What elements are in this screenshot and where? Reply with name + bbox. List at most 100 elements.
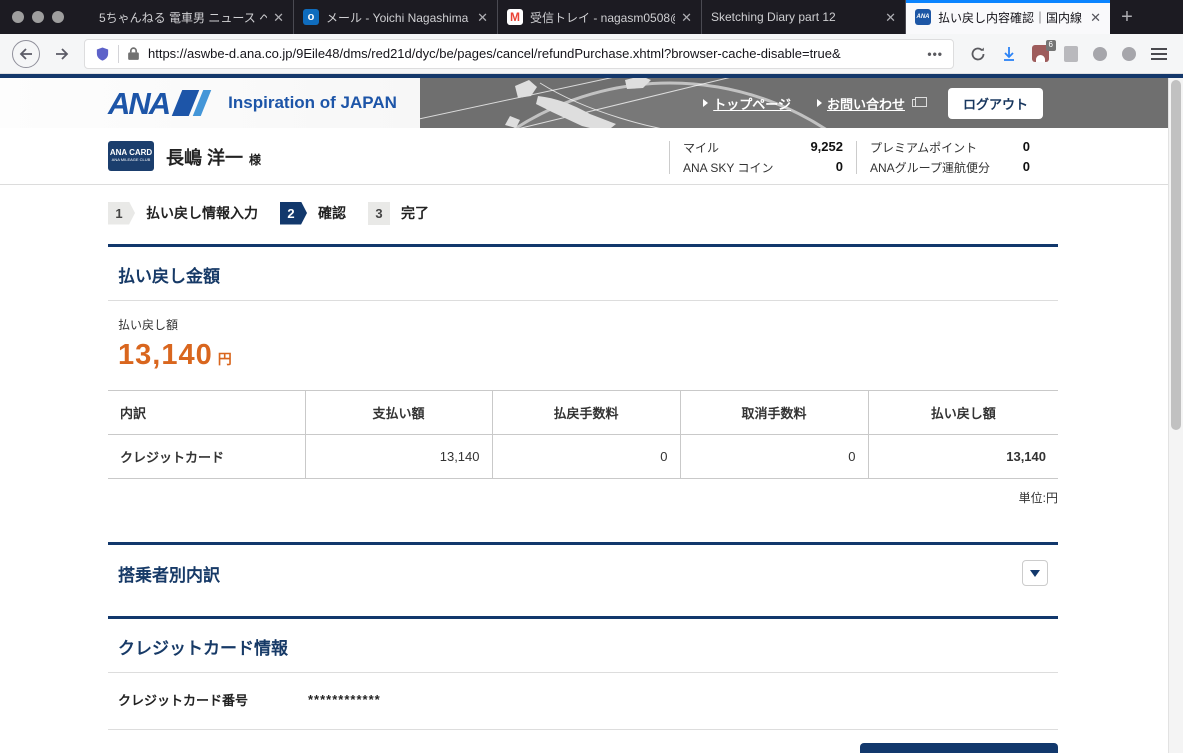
gmail-icon: M	[507, 9, 523, 25]
toolbar-icons: 6	[962, 40, 1171, 62]
tab-bar: 5ちゃんねる 電車男 ニュース ヘッド ✕ o メール - Yoichi Nag…	[0, 0, 1183, 34]
browser-window: 5ちゃんねる 電車男 ニュース ヘッド ✕ o メール - Yoichi Nag…	[0, 0, 1183, 753]
url-text[interactable]: https://aswbe-d.ana.co.jp/9Eile48/dms/re…	[148, 46, 919, 61]
stat-miles: マイル 9,252	[683, 139, 843, 155]
modify-button[interactable]: 修正する	[860, 743, 1058, 753]
tab-gmail-inbox[interactable]: M 受信トレイ - nagasm0508@g ✕	[498, 0, 702, 34]
credit-card-section: クレジットカード情報 クレジットカード番号 ************	[108, 616, 1058, 730]
user-name: 長嶋 洋一様	[166, 148, 262, 168]
tab-title: メール - Yoichi Nagashima -	[326, 10, 472, 25]
stat-group-flights: ANAグループ運航便分 0	[870, 159, 1030, 175]
close-icon[interactable]: ✕	[1090, 11, 1101, 24]
site-header: ANA Inspiration of JAPAN トップページ お問い合わせ ロ…	[0, 78, 1168, 128]
passenger-breakdown-section: 搭乗者別内訳	[108, 542, 1058, 599]
download-icon[interactable]	[1001, 46, 1017, 62]
refund-breakdown-table: 内訳 支払い額 払戻手数料 取消手数料 払い戻し額 クレジットカード 13,14…	[108, 390, 1058, 479]
external-link-icon	[911, 97, 927, 107]
section-title: クレジットカード情報	[118, 639, 288, 658]
close-icon[interactable]: ✕	[273, 11, 284, 24]
table-row: クレジットカード 13,140 0 0 13,140	[108, 434, 1058, 479]
card-number-value: ************	[308, 692, 381, 707]
tab-title: Sketching Diary part 12	[711, 10, 836, 24]
new-tab-button[interactable]: +	[1110, 0, 1144, 34]
section-title: 搭乗者別内訳	[118, 565, 220, 585]
ana-tagline: Inspiration of JAPAN	[228, 93, 397, 112]
col-header: 払戻手数料	[491, 390, 680, 435]
user-bar: ANA CARD ANA MILEAGE CLUB 長嶋 洋一様 マイル 9,25…	[0, 128, 1168, 185]
contact-link[interactable]: お問い合わせ	[816, 94, 927, 113]
zoom-window-button[interactable]	[52, 11, 64, 23]
step-number: 2	[280, 201, 307, 225]
close-icon[interactable]: ✕	[477, 11, 488, 24]
step-2-confirm: 2 確認	[280, 201, 346, 225]
arrow-right-icon	[816, 99, 822, 107]
ana-logo[interactable]: ANA Inspiration of JAPAN	[108, 78, 397, 128]
logout-button[interactable]: ログアウト	[947, 87, 1043, 119]
step-3-complete: 3 完了	[368, 201, 429, 225]
col-header: 払い戻し額	[867, 390, 1058, 435]
step-number: 1	[108, 201, 135, 225]
step-indicator: 1 払い戻し情報入力 2 確認 3 完了	[108, 199, 1058, 227]
cell-paid-amount: 13,140	[304, 434, 492, 479]
tab-title: 払い戻し内容確認｜国内線	[938, 10, 1083, 25]
tracking-protection-shield-icon[interactable]	[95, 46, 110, 62]
outlook-icon: o	[303, 9, 319, 25]
refund-amount-label: 払い戻し額	[118, 318, 179, 332]
section-title: 払い戻し金額	[118, 267, 220, 286]
cell-cancel-fee: 0	[679, 434, 868, 479]
stat-premium-points: プレミアムポイント 0	[870, 139, 1030, 155]
card-number-row: クレジットカード番号 ************	[108, 673, 1058, 730]
top-page-link[interactable]: トップページ	[703, 94, 791, 113]
main-content: 1 払い戻し情報入力 2 確認 3 完了 払い戻し金額 払い戻し額 13,140…	[108, 199, 1058, 753]
close-icon[interactable]: ✕	[681, 11, 692, 24]
tab-strip: 5ちゃんねる 電車男 ニュース ヘッド ✕ o メール - Yoichi Nag…	[90, 0, 1144, 34]
reader-extension-icon[interactable]	[1064, 45, 1078, 62]
col-header: 支払い額	[304, 390, 492, 435]
cell-payment-method: クレジットカード	[108, 434, 305, 479]
navigation-toolbar: https://aswbe-d.ana.co.jp/9Eile48/dms/re…	[0, 34, 1183, 74]
cell-refund-total: 13,140	[867, 434, 1058, 479]
tracker-blocker-extension-icon[interactable]: 6	[1032, 40, 1056, 62]
step-number: 3	[368, 201, 390, 225]
step-1-input: 1 払い戻し情報入力	[108, 201, 258, 225]
ana-logo-text: ANA	[108, 85, 171, 121]
close-icon[interactable]: ✕	[885, 11, 896, 24]
arrow-right-icon	[703, 99, 709, 107]
refund-amount-section: 払い戻し金額 払い戻し額 13,140 円 内訳 支払い額 払戻手数料 取消手数料…	[108, 244, 1058, 506]
expand-section-button[interactable]	[1022, 560, 1048, 586]
mileage-stats: マイル 9,252 ANA SKY コイン 0 プレミアムポイント 0 ANAグループ…	[669, 139, 1043, 176]
page-actions-icon[interactable]: •••	[927, 47, 943, 61]
back-button[interactable]	[12, 39, 40, 68]
tab-outlook-mail[interactable]: o メール - Yoichi Nagashima - ✕	[294, 0, 498, 34]
cell-refund-fee: 0	[491, 434, 680, 479]
forward-button[interactable]	[48, 40, 76, 68]
honorific: 様	[249, 153, 262, 167]
scrollbar[interactable]	[1168, 78, 1183, 753]
extension-icon[interactable]	[1093, 46, 1107, 61]
urlbar-divider	[118, 44, 119, 63]
unit-note: 単位:円	[1018, 491, 1058, 505]
tab-ana-refund-active[interactable]: ANA 払い戻し内容確認｜国内線 ✕	[906, 0, 1110, 34]
card-number-label: クレジットカード番号	[118, 693, 249, 708]
header-nav: トップページ お問い合わせ ログアウト	[703, 78, 1043, 128]
tab-5ch-news[interactable]: 5ちゃんねる 電車男 ニュース ヘッド ✕	[90, 0, 294, 34]
extension-badge: 6	[1045, 40, 1056, 51]
close-window-button[interactable]	[12, 11, 24, 23]
tab-title: 受信トレイ - nagasm0508@g	[530, 10, 676, 25]
window-controls	[0, 0, 78, 34]
table-header-row: 内訳 支払い額 払戻手数料 取消手数料 払い戻し額	[108, 390, 1058, 435]
url-bar[interactable]: https://aswbe-d.ana.co.jp/9Eile48/dms/re…	[84, 38, 954, 69]
col-header: 取消手数料	[679, 390, 868, 435]
minimize-window-button[interactable]	[32, 11, 44, 23]
tab-title: 5ちゃんねる 電車男 ニュース ヘッド	[99, 10, 268, 25]
extension-icon[interactable]	[1122, 46, 1136, 61]
ana-icon: ANA	[915, 9, 931, 25]
col-header: 内訳	[108, 390, 305, 435]
ana-card-badge: ANA CARD ANA MILEAGE CLUB	[108, 141, 154, 171]
lock-icon	[128, 47, 139, 60]
reload-icon[interactable]	[970, 46, 986, 62]
scrollbar-thumb[interactable]	[1171, 80, 1181, 430]
chevron-down-icon	[1030, 569, 1040, 577]
tab-sketching-diary[interactable]: Sketching Diary part 12 ✕	[702, 0, 906, 34]
menu-icon[interactable]	[1151, 47, 1167, 60]
